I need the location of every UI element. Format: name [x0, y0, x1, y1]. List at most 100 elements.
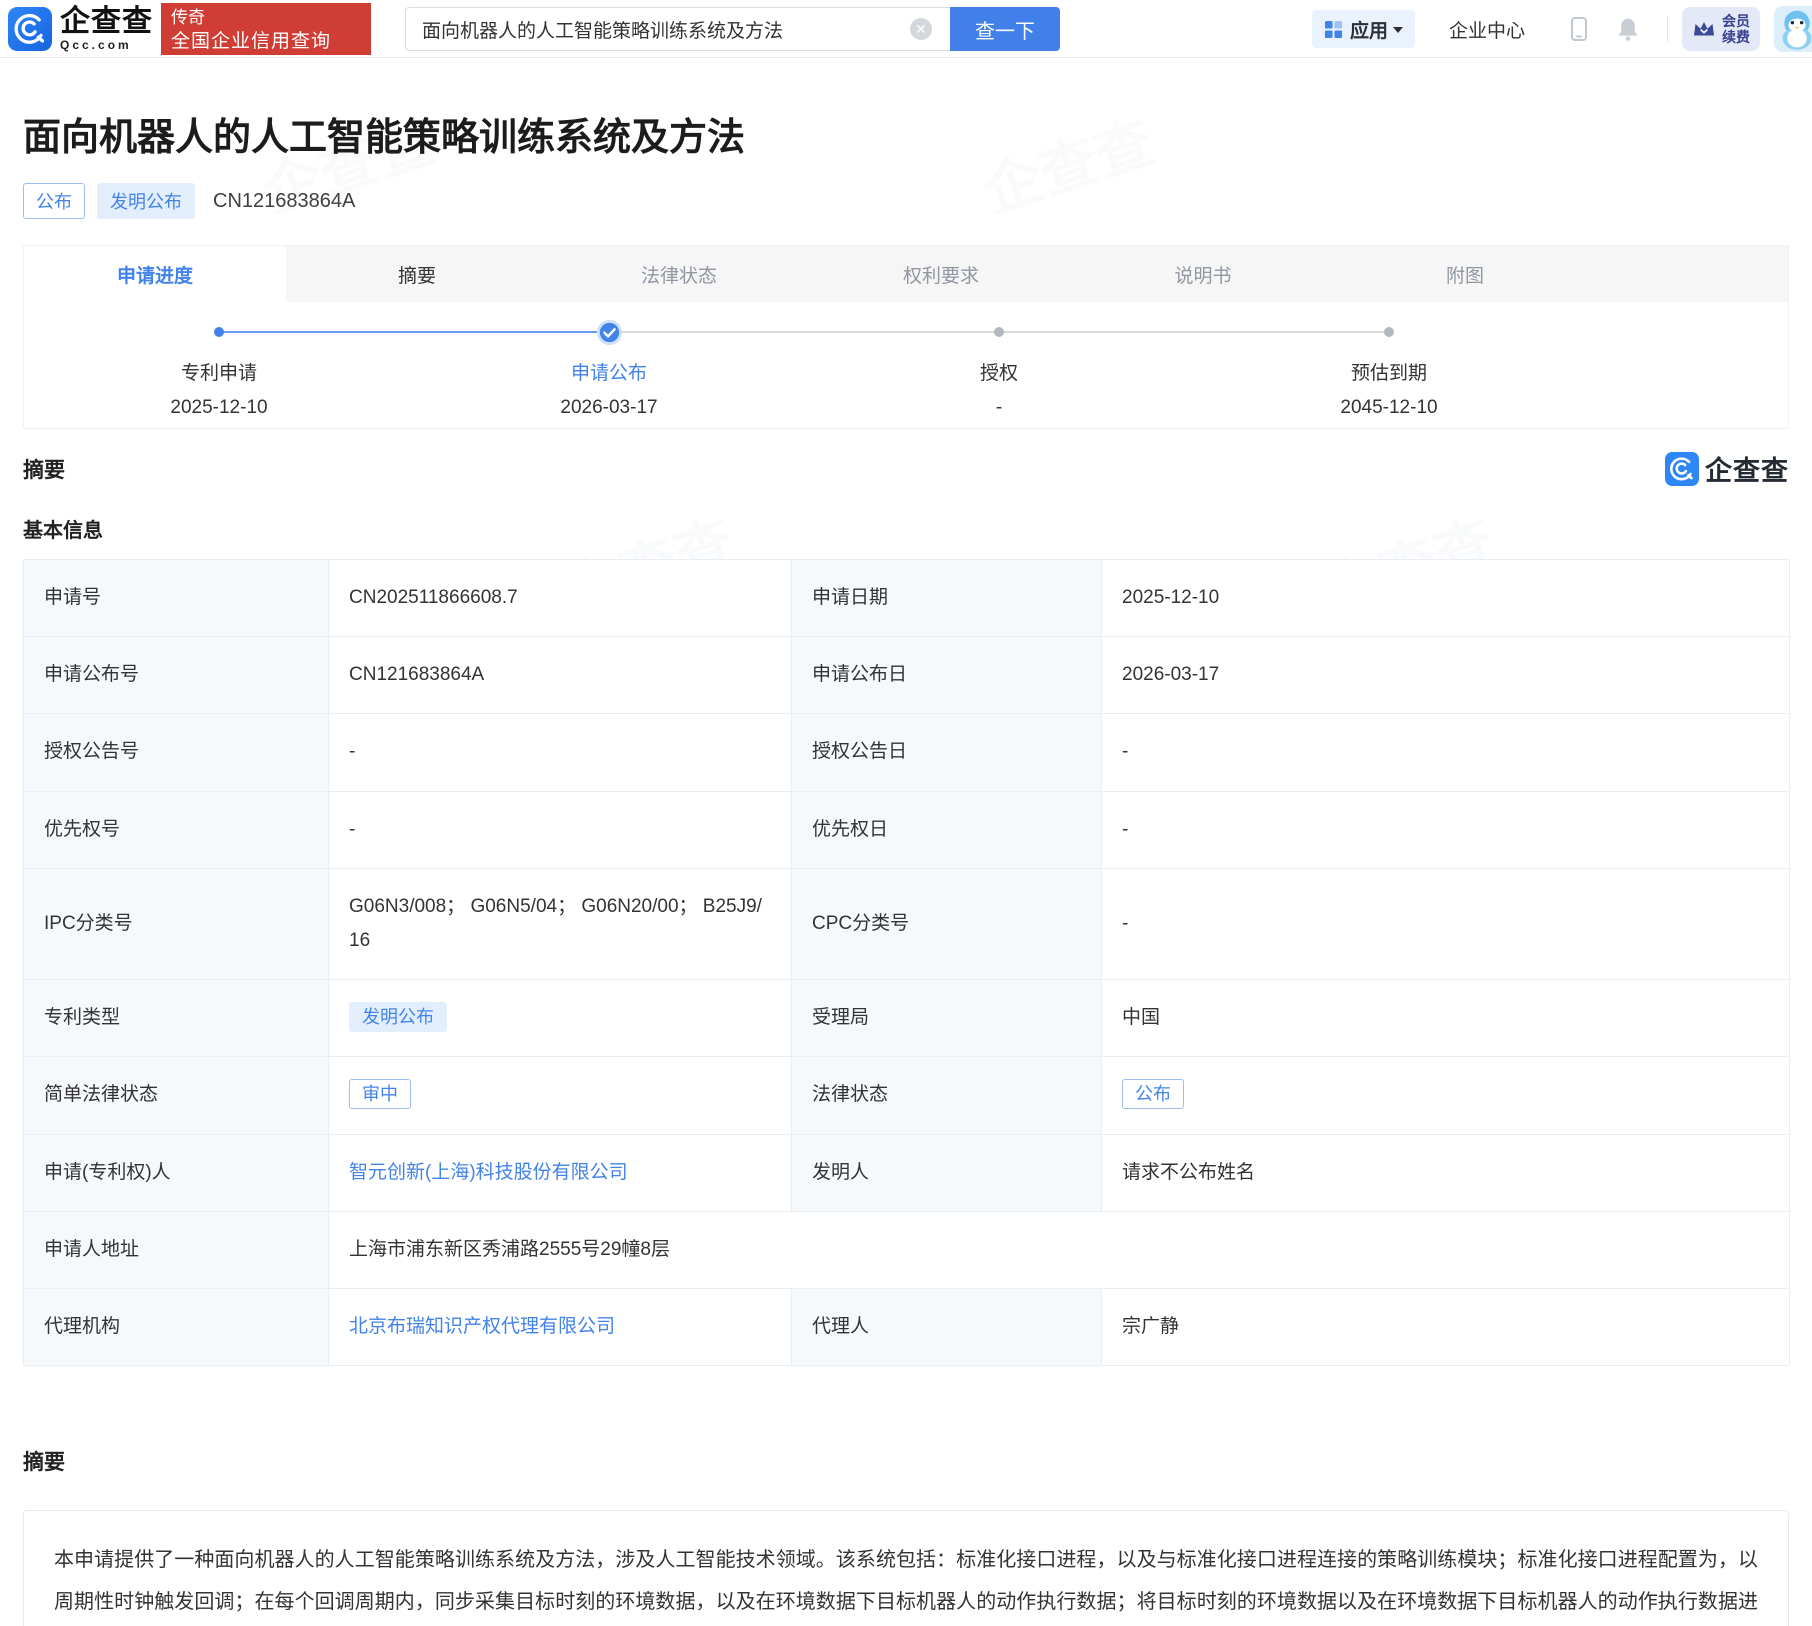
vip-renew-button[interactable]: 会员 续费 — [1682, 6, 1760, 52]
field-value: - — [328, 713, 792, 792]
slogan-line2: 全国企业信用查询 — [171, 31, 332, 53]
publication-number: CN121683864A — [213, 189, 356, 212]
field-value: 请求不公布姓名 — [1101, 1133, 1790, 1212]
divider — [1667, 16, 1668, 42]
patent-type-badge: 发明公布 — [97, 183, 195, 219]
tab-claims[interactable]: 权利要求 — [810, 246, 1072, 302]
qcc-watermark-logo: 企查查 — [1665, 449, 1789, 488]
field-label: 申请号 — [23, 558, 329, 638]
field-value: - — [1101, 790, 1790, 869]
agency-company-link[interactable]: 北京布瑞知识产权代理有限公司 — [349, 1316, 615, 1337]
field-label: 受理局 — [791, 979, 1102, 1058]
search-input[interactable] — [405, 7, 950, 51]
timeline-dot-pending — [1384, 327, 1394, 337]
timeline-step-publication: 申请公布 2026-03-17 — [414, 318, 804, 419]
vip-line2: 续费 — [1722, 29, 1750, 45]
table-row: 专利类型 发明公布 受理局 中国 — [23, 979, 1790, 1058]
field-value: 中国 — [1101, 979, 1790, 1058]
qcc-watermark-text: 企查查 — [1705, 456, 1789, 486]
field-label: 法律状态 — [791, 1056, 1102, 1135]
apps-grid-icon — [1324, 20, 1343, 38]
field-label: 发明人 — [791, 1133, 1102, 1212]
field-label: CPC分类号 — [791, 867, 1102, 981]
progress-panel: 申请进度 摘要 法律状态 权利要求 说明书 附图 专利申请 2025-12-10 — [23, 245, 1789, 429]
timeline-step-expiry: 预估到期 2045-12-10 — [1194, 318, 1584, 419]
qcc-logo-icon — [8, 6, 52, 51]
vip-line1: 会员 — [1722, 12, 1750, 29]
table-row: 代理机构 北京布瑞知识产权代理有限公司 代理人 宗广静 — [23, 1287, 1790, 1367]
field-label: 专利类型 — [23, 979, 329, 1058]
field-label: 申请公布号 — [23, 636, 329, 715]
apps-menu[interactable]: 应用 — [1311, 10, 1415, 48]
tab-figures[interactable]: 附图 — [1334, 246, 1596, 302]
field-label: 代理人 — [791, 1287, 1102, 1367]
tab-abstract[interactable]: 摘要 — [286, 246, 548, 302]
field-value: 发明公布 — [328, 979, 792, 1058]
field-value: 智元创新(上海)科技股份有限公司 — [328, 1133, 792, 1212]
brand-name: 企查查 — [60, 4, 153, 38]
crown-icon — [1694, 22, 1714, 36]
slogan-line1: 传奇 — [171, 7, 205, 27]
enterprise-center-link[interactable]: 企业中心 — [1449, 16, 1525, 43]
field-value: 宗广静 — [1101, 1287, 1790, 1367]
patent-type-badge: 发明公布 — [349, 1002, 447, 1033]
notification-bell-icon[interactable] — [1615, 16, 1641, 43]
field-label: IPC分类号 — [23, 867, 329, 981]
field-label: 简单法律状态 — [23, 1056, 329, 1135]
legal-status-badge: 审中 — [349, 1079, 411, 1110]
table-row: 授权公告号 - 授权公告日 - — [23, 713, 1790, 792]
field-value: 2026-03-17 — [1101, 636, 1790, 715]
field-value: 北京布瑞知识产权代理有限公司 — [328, 1287, 792, 1367]
field-label: 申请人地址 — [23, 1210, 329, 1289]
clear-search-icon[interactable]: ✕ — [910, 18, 932, 40]
tab-strip: 申请进度 摘要 法律状态 权利要求 说明书 附图 — [24, 246, 1788, 302]
legal-status-badge: 公布 — [1122, 1079, 1184, 1110]
patent-timeline: 专利申请 2025-12-10 申请公布 2026-03-17 授权 - 预估到… — [24, 302, 1788, 428]
tab-legal-status[interactable]: 法律状态 — [548, 246, 810, 302]
timeline-step-grant: 授权 - — [804, 318, 1194, 419]
qcc-logo-icon — [1665, 451, 1699, 486]
field-value: 2025-12-10 — [1101, 558, 1790, 638]
section-title-basic-info: 基本信息 — [23, 520, 103, 542]
table-row: 申请号 CN202511866608.7 申请日期 2025-12-10 — [23, 558, 1790, 638]
table-row: 申请(专利权)人 智元创新(上海)科技股份有限公司 发明人 请求不公布姓名 — [23, 1133, 1790, 1212]
table-row: 申请人地址 上海市浦东新区秀浦路2555号29幢8层 — [23, 1210, 1790, 1289]
top-navigation-bar: 企查查 Qcc.com 传奇 全国企业信用查询 ✕ 查一下 应用 企业中心 — [0, 0, 1812, 58]
basic-info-table: 申请号 CN202511866608.7 申请日期 2025-12-10 申请公… — [23, 558, 1790, 1367]
field-label: 申请(专利权)人 — [23, 1133, 329, 1212]
section-title-abstract: 摘要 — [23, 458, 65, 482]
section-title-abstract-text: 摘要 — [23, 1451, 65, 1475]
field-value: - — [1101, 867, 1790, 981]
check-badge-icon — [596, 319, 622, 345]
applicant-company-link[interactable]: 智元创新(上海)科技股份有限公司 — [349, 1162, 628, 1183]
assistant-mascot[interactable] — [1774, 6, 1812, 52]
table-row: 简单法律状态 审中 法律状态 公布 — [23, 1056, 1790, 1135]
field-value: 审中 — [328, 1056, 792, 1135]
field-value: 公布 — [1101, 1056, 1790, 1135]
search-bar: ✕ 查一下 — [405, 7, 1060, 51]
table-row: IPC分类号 G06N3/008； G06N5/04； G06N20/00； B… — [23, 867, 1790, 981]
field-value: G06N3/008； G06N5/04； G06N20/00； B25J9/16 — [328, 867, 792, 981]
timeline-step-application: 专利申请 2025-12-10 — [24, 318, 414, 419]
tab-application-progress[interactable]: 申请进度 — [24, 246, 286, 302]
brand-domain: Qcc.com — [60, 37, 132, 52]
mobile-app-icon[interactable] — [1567, 16, 1591, 42]
timeline-dot-done — [214, 327, 224, 337]
qcc-logo[interactable]: 企查查 Qcc.com — [8, 4, 153, 52]
field-label: 申请日期 — [791, 558, 1102, 638]
field-label: 授权公告日 — [791, 713, 1102, 792]
field-label: 优先权号 — [23, 790, 329, 869]
page-title: 面向机器人的人工智能策略训练系统及方法 — [23, 117, 746, 159]
search-button[interactable]: 查一下 — [950, 7, 1060, 51]
field-value: 上海市浦东新区秀浦路2555号29幢8层 — [328, 1210, 1790, 1289]
table-row: 优先权号 - 优先权日 - — [23, 790, 1790, 869]
field-value: - — [1101, 713, 1790, 792]
field-label: 代理机构 — [23, 1287, 329, 1367]
field-value: CN121683864A — [328, 636, 792, 715]
field-label: 授权公告号 — [23, 713, 329, 792]
field-value: - — [328, 790, 792, 869]
field-label: 申请公布日 — [791, 636, 1102, 715]
tab-description[interactable]: 说明书 — [1072, 246, 1334, 302]
patent-detail-page: 面向机器人的人工智能策略训练系统及方法 公布 发明公布 CN121683864A… — [0, 106, 1812, 1626]
timeline-dot-pending — [994, 327, 1004, 337]
